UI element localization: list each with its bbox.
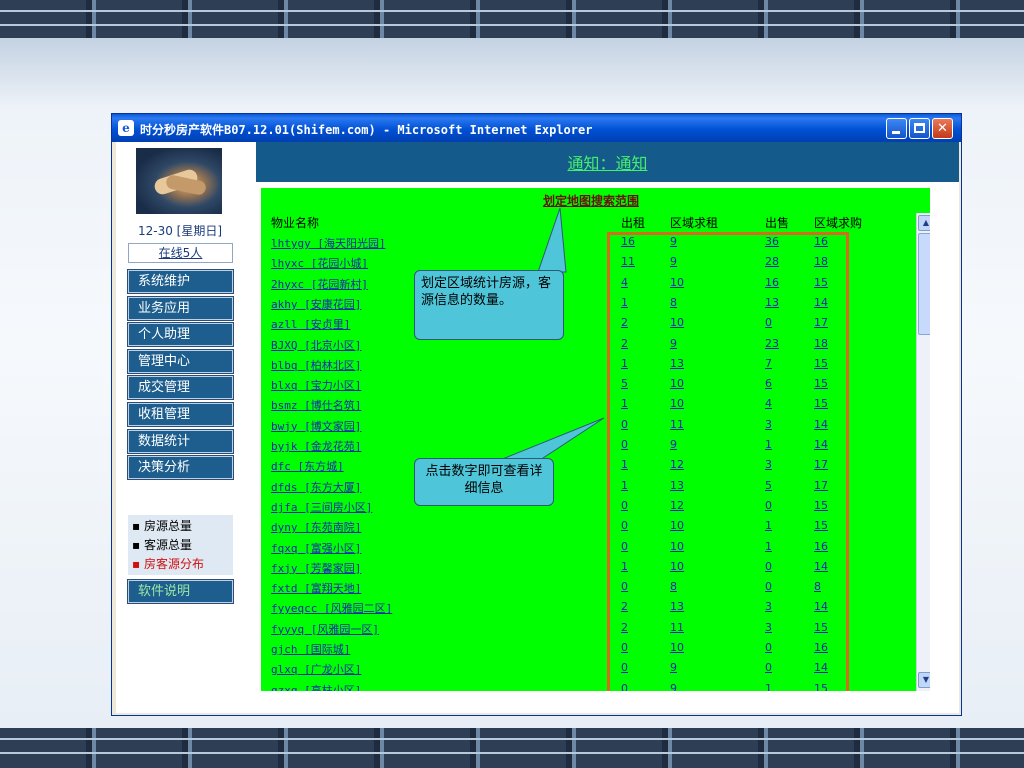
title-bar[interactable]: e 时分秒房产软件B07.12.01(Shifem.com) - Microso… bbox=[112, 114, 961, 142]
decorative-top-band bbox=[0, 0, 1024, 38]
ie-logo-icon: e bbox=[118, 120, 134, 136]
menu-item[interactable]: 系统维护 bbox=[127, 269, 234, 294]
software-help-button[interactable]: 软件说明 bbox=[127, 579, 234, 604]
callout-area-stats: 划定区域统计房源，客源信息的数量。 bbox=[414, 270, 564, 340]
column-header: 区域求购 bbox=[814, 216, 863, 230]
notice-title-link[interactable]: 通知：通知 bbox=[256, 150, 959, 174]
property-name-link[interactable]: blbq [柏林北区] bbox=[271, 357, 361, 373]
property-name-link[interactable]: 2hyxc [花园新村] bbox=[271, 276, 368, 292]
content-bottom-area bbox=[256, 694, 959, 713]
browser-window: e 时分秒房产软件B07.12.01(Shifem.com) - Microso… bbox=[111, 113, 962, 716]
menu-item[interactable]: 数据统计 bbox=[127, 428, 234, 454]
property-name-link[interactable]: fyyyq [风雅园一区] bbox=[271, 621, 379, 637]
property-stats-panel: 划定地图搜索范围 物业名称 出租 区域求租 出售 区域求购 lhtygy [海天阳光园] 1… bbox=[261, 188, 930, 691]
maximize-icon bbox=[914, 123, 925, 133]
property-name-link[interactable]: fxtd [富翔天地] bbox=[271, 580, 361, 596]
vertical-scrollbar[interactable]: ▲ ▼ bbox=[916, 213, 930, 691]
property-name-link[interactable]: fqxq [富强小区] bbox=[271, 540, 361, 556]
property-name-link[interactable]: bsmz [博仕名筑] bbox=[271, 397, 361, 413]
logo-hand-right bbox=[164, 173, 208, 197]
column-header: 出租 bbox=[621, 216, 646, 230]
menu-item[interactable]: 管理中心 bbox=[127, 348, 234, 374]
property-name-link[interactable]: gjch [国际城] bbox=[271, 641, 350, 657]
property-name-link[interactable]: glxq [广龙小区] bbox=[271, 661, 361, 677]
submenu-item[interactable]: ▪ 客源总量 bbox=[132, 536, 192, 553]
online-users-link[interactable]: 在线5人 bbox=[128, 243, 233, 263]
property-name-link[interactable]: azll [安贞里] bbox=[271, 316, 350, 332]
column-header: 物业名称 bbox=[271, 216, 320, 230]
decorative-bottom-band bbox=[0, 728, 1024, 768]
callout-click-numbers: 点击数字即可查看详细信息 bbox=[414, 458, 554, 506]
handshake-logo bbox=[136, 148, 222, 214]
menu-item[interactable]: 业务应用 bbox=[127, 295, 234, 321]
property-name-link[interactable]: akhy [安康花园] bbox=[271, 296, 361, 312]
left-navigation: 12-30 [星期日] 在线5人 系统维护 业务应用 个人助理 管理中心 成交管理 收租管… bbox=[116, 142, 256, 713]
scroll-up-icon[interactable]: ▲ bbox=[918, 215, 930, 231]
decorative-wave bbox=[0, 38, 1024, 108]
content-pane: 通知：通知 划定地图搜索范围 物业名称 出租 区域求租 出售 区域求购 lhtygy [海… bbox=[256, 142, 959, 713]
property-name-link[interactable]: bwjy [博文家园] bbox=[271, 418, 361, 434]
notice-header: 通知：通知 bbox=[256, 142, 959, 182]
decision-submenu: ▪ 房源总量 ▪ 客源总量 ▪ 房客源分布 bbox=[128, 515, 233, 575]
maximize-button[interactable] bbox=[909, 118, 930, 139]
close-button[interactable]: ✕ bbox=[932, 118, 953, 139]
property-name-link[interactable]: gzxq [高柱小区] bbox=[271, 682, 361, 691]
menu-item[interactable]: 决策分析 bbox=[127, 455, 234, 481]
property-name-link[interactable]: lhtygy [海天阳光园] bbox=[271, 235, 386, 251]
property-name-link[interactable]: dfds [东方大厦] bbox=[271, 479, 361, 495]
property-name-link[interactable]: BJXQ [北京小区] bbox=[271, 337, 361, 353]
highlight-box bbox=[607, 232, 849, 691]
menu-item[interactable]: 收租管理 bbox=[127, 402, 234, 427]
submenu-item[interactable]: ▪ 房客源分布 bbox=[132, 555, 204, 572]
property-name-link[interactable]: byjk [金龙花苑] bbox=[271, 438, 361, 454]
column-header: 区域求租 bbox=[670, 216, 719, 230]
property-name-link[interactable]: dfc [东方城] bbox=[271, 458, 344, 474]
minimize-button[interactable] bbox=[886, 118, 907, 139]
close-icon: ✕ bbox=[937, 121, 948, 136]
submenu-item[interactable]: ▪ 房源总量 bbox=[132, 517, 192, 534]
window-title: 时分秒房产软件B07.12.01(Shifem.com) - Microsoft… bbox=[140, 123, 593, 137]
scroll-thumb[interactable] bbox=[918, 233, 930, 335]
property-name-link[interactable]: blxq [宝力小区] bbox=[271, 377, 361, 393]
minimize-icon bbox=[892, 131, 900, 134]
property-name-link[interactable]: dyny [东苑南院] bbox=[271, 519, 361, 535]
menu-item[interactable]: 个人助理 bbox=[127, 322, 234, 348]
date-label: 12-30 [星期日] bbox=[138, 224, 223, 238]
property-name-link[interactable]: fxjy [芳馨家园] bbox=[271, 560, 361, 576]
property-name-link[interactable]: djfa [三间房小区] bbox=[271, 499, 372, 515]
property-name-link[interactable]: lhyxc [花园小城] bbox=[271, 255, 368, 271]
scroll-down-icon[interactable]: ▼ bbox=[918, 672, 930, 688]
property-name-link[interactable]: fyyeqcc [风雅园二区] bbox=[271, 600, 392, 616]
browser-content: 12-30 [星期日] 在线5人 系统维护 业务应用 个人助理 管理中心 成交管理 收租管… bbox=[116, 142, 959, 713]
column-header: 出售 bbox=[765, 216, 790, 230]
menu-item[interactable]: 成交管理 bbox=[127, 375, 234, 401]
